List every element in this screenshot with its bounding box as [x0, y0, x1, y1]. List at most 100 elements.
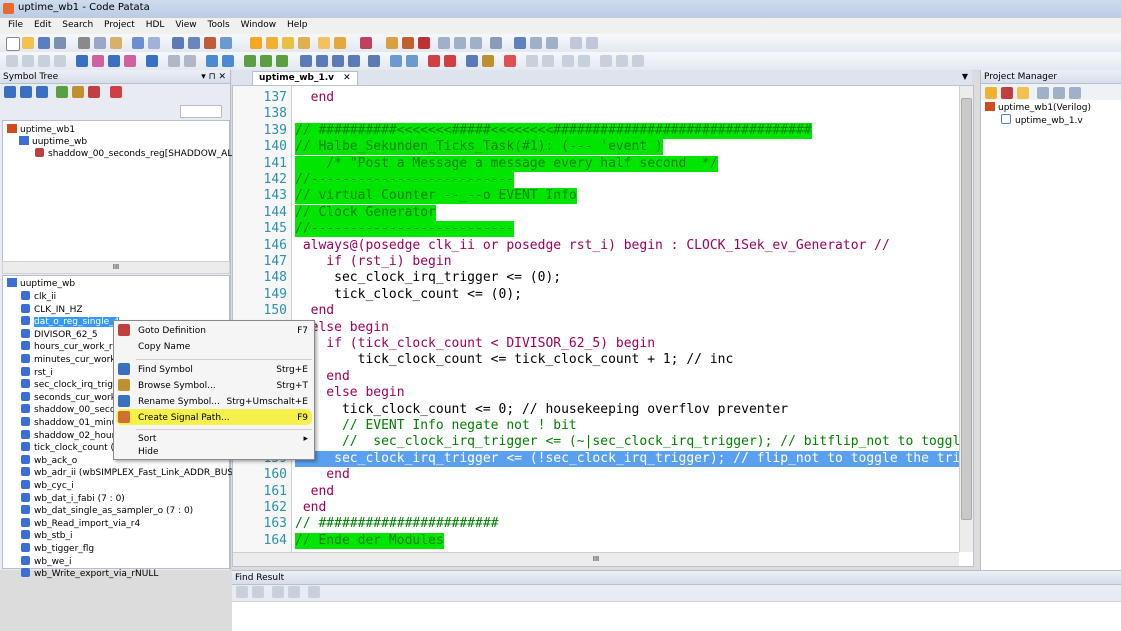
tool-h-icon[interactable] [300, 55, 312, 67]
signal-item[interactable]: wb_cyc_i [21, 480, 74, 492]
project-props-icon[interactable] [1069, 87, 1081, 99]
menu-item-copy-name[interactable]: Copy Name [138, 340, 190, 354]
save-icon[interactable] [38, 37, 50, 49]
signal-item[interactable]: hours_cur_work_re [21, 341, 118, 353]
tool-i-icon[interactable] [316, 55, 328, 67]
signal-item[interactable]: wb_stb_i [21, 530, 73, 542]
tree-item-register[interactable]: shaddow_00_seconds_reg[SHADDOW_AL [35, 148, 232, 160]
editor-vscrollbar[interactable] [959, 86, 973, 552]
project-file-item[interactable]: uptime_wb_1.v [1001, 114, 1083, 126]
project-add-icon[interactable] [1037, 87, 1049, 99]
signal-item[interactable]: shaddow_02_hours [21, 429, 120, 442]
project-folder-icon[interactable] [1017, 87, 1029, 99]
settings-icon[interactable] [360, 37, 372, 49]
tool-k-icon[interactable] [348, 55, 360, 67]
menu-item-create-signal-path[interactable]: Create Signal Path... [138, 411, 230, 425]
editor-vscroll-thumb[interactable] [961, 98, 972, 520]
split-v-icon[interactable] [586, 37, 598, 49]
project-tree-item[interactable]: uptime_wb1(Verilog) [985, 102, 1091, 114]
menu-item-sort[interactable]: Sort [138, 432, 156, 446]
tool-o-icon[interactable] [428, 55, 440, 67]
synth-icon[interactable] [402, 37, 414, 49]
signal-item[interactable]: dat_o_reg_single_4 [21, 316, 120, 328]
menu-help[interactable]: Help [287, 20, 308, 30]
project-remove-icon[interactable] [1053, 87, 1065, 99]
project-module-icon[interactable] [1001, 87, 1013, 99]
tool-j-icon[interactable] [332, 55, 344, 67]
indent-icon[interactable] [6, 55, 18, 67]
panel-controls[interactable]: ▾ ⊓ ✕ [201, 70, 226, 84]
find-files-icon[interactable] [220, 37, 232, 49]
signal-item[interactable]: sec_clock_irq_trigg [21, 379, 119, 391]
tool-y-icon[interactable] [632, 55, 644, 67]
format-icon[interactable] [546, 37, 558, 49]
signal-item[interactable]: seconds_cur_work_ [21, 391, 120, 404]
outdent-icon[interactable] [22, 55, 34, 67]
signal-item[interactable]: clk_ii [21, 291, 56, 303]
build-icon[interactable] [386, 37, 398, 49]
copy-icon[interactable] [94, 37, 106, 49]
menu-item-browse-symbol[interactable]: Browse Symbol... [138, 379, 216, 393]
window-3-icon[interactable] [470, 37, 482, 49]
tool-v-icon[interactable] [578, 55, 590, 67]
tool-x-icon[interactable] [616, 55, 628, 67]
expand-icon[interactable] [56, 86, 68, 98]
find-options-icon[interactable] [308, 586, 320, 598]
signal-item[interactable]: wb_we_i [21, 555, 71, 568]
hdl-tool-5-icon[interactable] [318, 37, 330, 49]
tool-l-icon[interactable] [368, 55, 380, 67]
tool-m-icon[interactable] [390, 55, 402, 67]
comment-icon[interactable] [38, 55, 50, 67]
redo-icon[interactable] [148, 37, 160, 49]
cut-icon[interactable] [78, 37, 90, 49]
tool-d-icon[interactable] [222, 55, 234, 67]
tree-item-root-module[interactable]: uuptime_wb [7, 278, 75, 290]
menu-file[interactable]: File [8, 20, 23, 30]
filter-icon[interactable] [36, 86, 48, 98]
new-file-icon[interactable] [6, 37, 20, 51]
hdl-tool-2-icon[interactable] [266, 37, 278, 49]
tool-w-icon[interactable] [600, 55, 612, 67]
menu-search[interactable]: Search [62, 20, 93, 30]
editor-hscrollbar[interactable]: III [233, 552, 959, 566]
code-editor[interactable]: 137 138 139 140 141 142 143 144 145 146 147 148 149 1… [232, 85, 974, 567]
open-folder-icon[interactable] [22, 37, 34, 49]
bookmark-next-icon[interactable] [92, 55, 104, 67]
bookmark-prev-icon[interactable] [108, 55, 120, 67]
menu-item-goto-definition[interactable]: Goto Definition [138, 324, 206, 338]
signal-item[interactable]: CLK_IN_HZ [21, 303, 83, 316]
find-prev-icon[interactable] [236, 586, 248, 598]
find-clear-icon[interactable] [288, 586, 300, 598]
menu-edit[interactable]: Edit [34, 20, 51, 30]
paste-icon[interactable] [110, 37, 122, 49]
hdl-tool-6-icon[interactable] [334, 37, 346, 49]
signal-item[interactable]: wb_dat_single_as_sampler_o (7 : 0) [21, 505, 193, 517]
tool-f-icon[interactable] [260, 55, 272, 67]
tab-list-chevron-icon[interactable]: ▼ [962, 72, 968, 81]
tool-n-icon[interactable] [406, 55, 418, 67]
signal-item[interactable]: tick_clock_count ( [21, 442, 114, 454]
signal-item[interactable]: DIVISOR_62_5 [21, 328, 98, 341]
tool-t-icon[interactable] [542, 55, 554, 67]
signal-item[interactable]: wb_Read_import_via_r4 [21, 517, 140, 530]
window-1-icon[interactable] [438, 37, 450, 49]
signal-item[interactable]: wb_ack_o [21, 454, 77, 467]
replace-icon[interactable] [204, 37, 216, 49]
navigate-icon[interactable] [146, 55, 158, 67]
tab-uptime-wb-1[interactable]: uptime_wb_1.v ✕ [252, 71, 358, 86]
hdl-tool-1-icon[interactable] [250, 37, 262, 49]
sort-az-icon[interactable] [4, 86, 16, 98]
tool-e-icon[interactable] [244, 55, 256, 67]
menu-item-find-symbol[interactable]: Find Symbol [138, 363, 193, 377]
save-all-icon[interactable] [54, 37, 66, 49]
find-result-list[interactable] [232, 601, 1121, 631]
sort-za-icon[interactable] [20, 86, 32, 98]
bookmark-clear-icon[interactable] [124, 55, 136, 67]
stop-icon[interactable] [418, 37, 430, 49]
list-icon[interactable] [514, 37, 526, 49]
find-copy-icon[interactable] [272, 586, 284, 598]
find-icon[interactable] [172, 37, 184, 49]
signal-item[interactable]: minutes_cur_work_ [21, 354, 120, 366]
tool-q-icon[interactable] [466, 55, 478, 67]
hdl-tool-4-icon[interactable] [298, 37, 310, 49]
